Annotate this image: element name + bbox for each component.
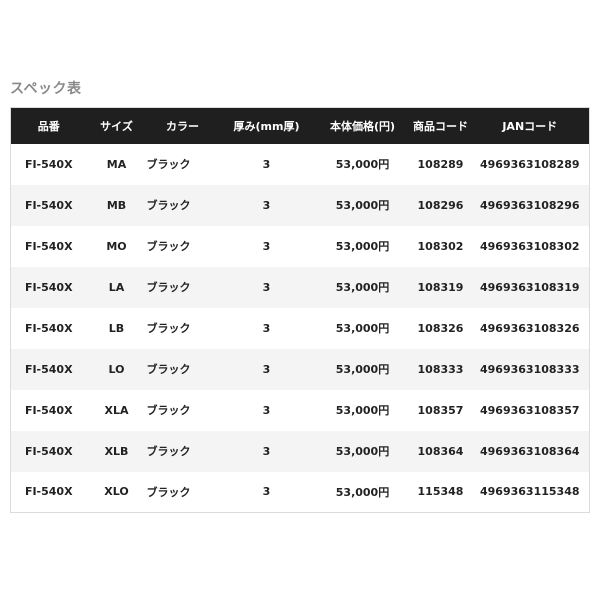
spec-table: 品番 サイズ カラー 厚み(mm厚) 本体価格(円) 商品コード JANコード … [10,107,590,513]
cell-thickness: 3 [262,485,271,499]
header-color: カラー [166,119,199,133]
cell-price: 53,000円 [335,158,390,171]
cell-price: 53,000円 [335,485,390,499]
cell-size: LA [108,280,125,294]
cell-size: XLB [104,444,129,458]
cell-product-number: FI-540X [24,321,73,335]
cell-color: ブラック [146,445,191,458]
cell-product-number: FI-540X [24,239,73,253]
cell-product-code: 108289 [417,157,464,171]
cell-thickness: 3 [262,239,271,253]
cell-jan-code: 4969363108364 [480,444,580,458]
cell-color: ブラック [146,199,191,212]
cell-product-number: FI-540X [24,403,73,417]
cell-size: XLA [104,403,129,417]
cell-jan-code: 4969363108319 [480,280,580,294]
spec-table-header: 品番 サイズ カラー 厚み(mm厚) 本体価格(円) 商品コード JANコード [10,107,590,144]
cell-jan-code: 4969363108296 [480,198,580,212]
cell-jan-code: 4969363115348 [480,485,580,499]
header-size: サイズ [100,119,133,133]
cell-jan-code: 4969363108289 [480,157,580,171]
section-title: スペック表 [10,81,82,97]
cell-product-code: 115348 [417,485,464,499]
cell-product-code: 108319 [417,280,464,294]
cell-product-code: 108302 [417,239,464,253]
cell-price: 53,000円 [335,281,390,294]
cell-product-code: 108296 [417,198,464,212]
cell-jan-code: 4969363108326 [480,321,580,335]
header-product-number: 品番 [37,119,60,133]
cell-product-number: FI-540X [24,444,73,458]
cell-thickness: 3 [262,362,271,376]
table-row: FI-540X LB ブラック 3 53,000円 108326 4969363108326 [10,307,590,349]
cell-size: LB [108,321,125,335]
cell-price: 53,000円 [335,322,390,335]
cell-color: ブラック [146,322,191,335]
cell-color: ブラック [146,240,191,253]
cell-jan-code: 4969363108302 [480,239,580,253]
cell-product-code: 108357 [417,403,464,417]
header-jan-code: JANコード [502,119,558,133]
cell-product-number: FI-540X [24,198,73,212]
cell-size: MB [106,198,127,212]
table-row: FI-540X XLO ブラック 3 53,000円 115348 496936311534… [10,471,590,513]
cell-thickness: 3 [262,157,271,171]
cell-color: ブラック [146,281,191,294]
cell-product-number: FI-540X [24,485,73,499]
table-row: FI-540X MB ブラック 3 53,000円 108296 4969363108296 [10,184,590,226]
table-row: FI-540X MA ブラック 3 53,000円 108289 4969363108289 [10,143,590,185]
cell-product-number: FI-540X [24,362,73,376]
cell-thickness: 3 [262,403,271,417]
header-thickness: 厚み(mm厚) [233,119,300,133]
cell-price: 53,000円 [335,240,390,253]
cell-size: MA [106,157,127,171]
cell-thickness: 3 [262,198,271,212]
cell-color: ブラック [146,404,191,417]
cell-jan-code: 4969363108333 [480,362,580,376]
table-row: FI-540X LO ブラック 3 53,000円 108333 4969363108333 [10,348,590,390]
cell-color: ブラック [146,485,191,499]
header-price: 本体価格(円) [329,119,396,133]
cell-thickness: 3 [262,444,271,458]
table-row: FI-540X XLA ブラック 3 53,000円 108357 496936310835… [10,389,590,431]
cell-price: 53,000円 [335,445,390,458]
spec-table-body: FI-540X MA ブラック 3 53,000円 108289 4969363108289… [10,143,590,513]
cell-size: XLO [104,485,129,499]
cell-product-number: FI-540X [24,280,73,294]
cell-price: 53,000円 [335,404,390,417]
cell-thickness: 3 [262,280,271,294]
cell-size: LO [108,362,125,376]
cell-price: 53,000円 [335,363,390,376]
cell-color: ブラック [146,363,191,376]
cell-product-code: 108326 [417,321,464,335]
cell-price: 53,000円 [335,199,390,212]
header-product-code: 商品コード [413,119,468,133]
table-row: FI-540X XLB ブラック 3 53,000円 108364 496936310836… [10,430,590,472]
cell-size: MO [106,239,127,253]
cell-jan-code: 4969363108357 [480,403,580,417]
cell-thickness: 3 [262,321,271,335]
cell-product-code: 108364 [417,444,464,458]
cell-product-code: 108333 [417,362,464,376]
cell-color: ブラック [146,158,191,171]
table-row: FI-540X MO ブラック 3 53,000円 108302 4969363108302 [10,225,590,267]
table-row: FI-540X LA ブラック 3 53,000円 108319 4969363108319 [10,266,590,308]
cell-product-number: FI-540X [24,157,73,171]
header-row: 品番 サイズ カラー 厚み(mm厚) 本体価格(円) 商品コード JANコード [10,107,590,144]
